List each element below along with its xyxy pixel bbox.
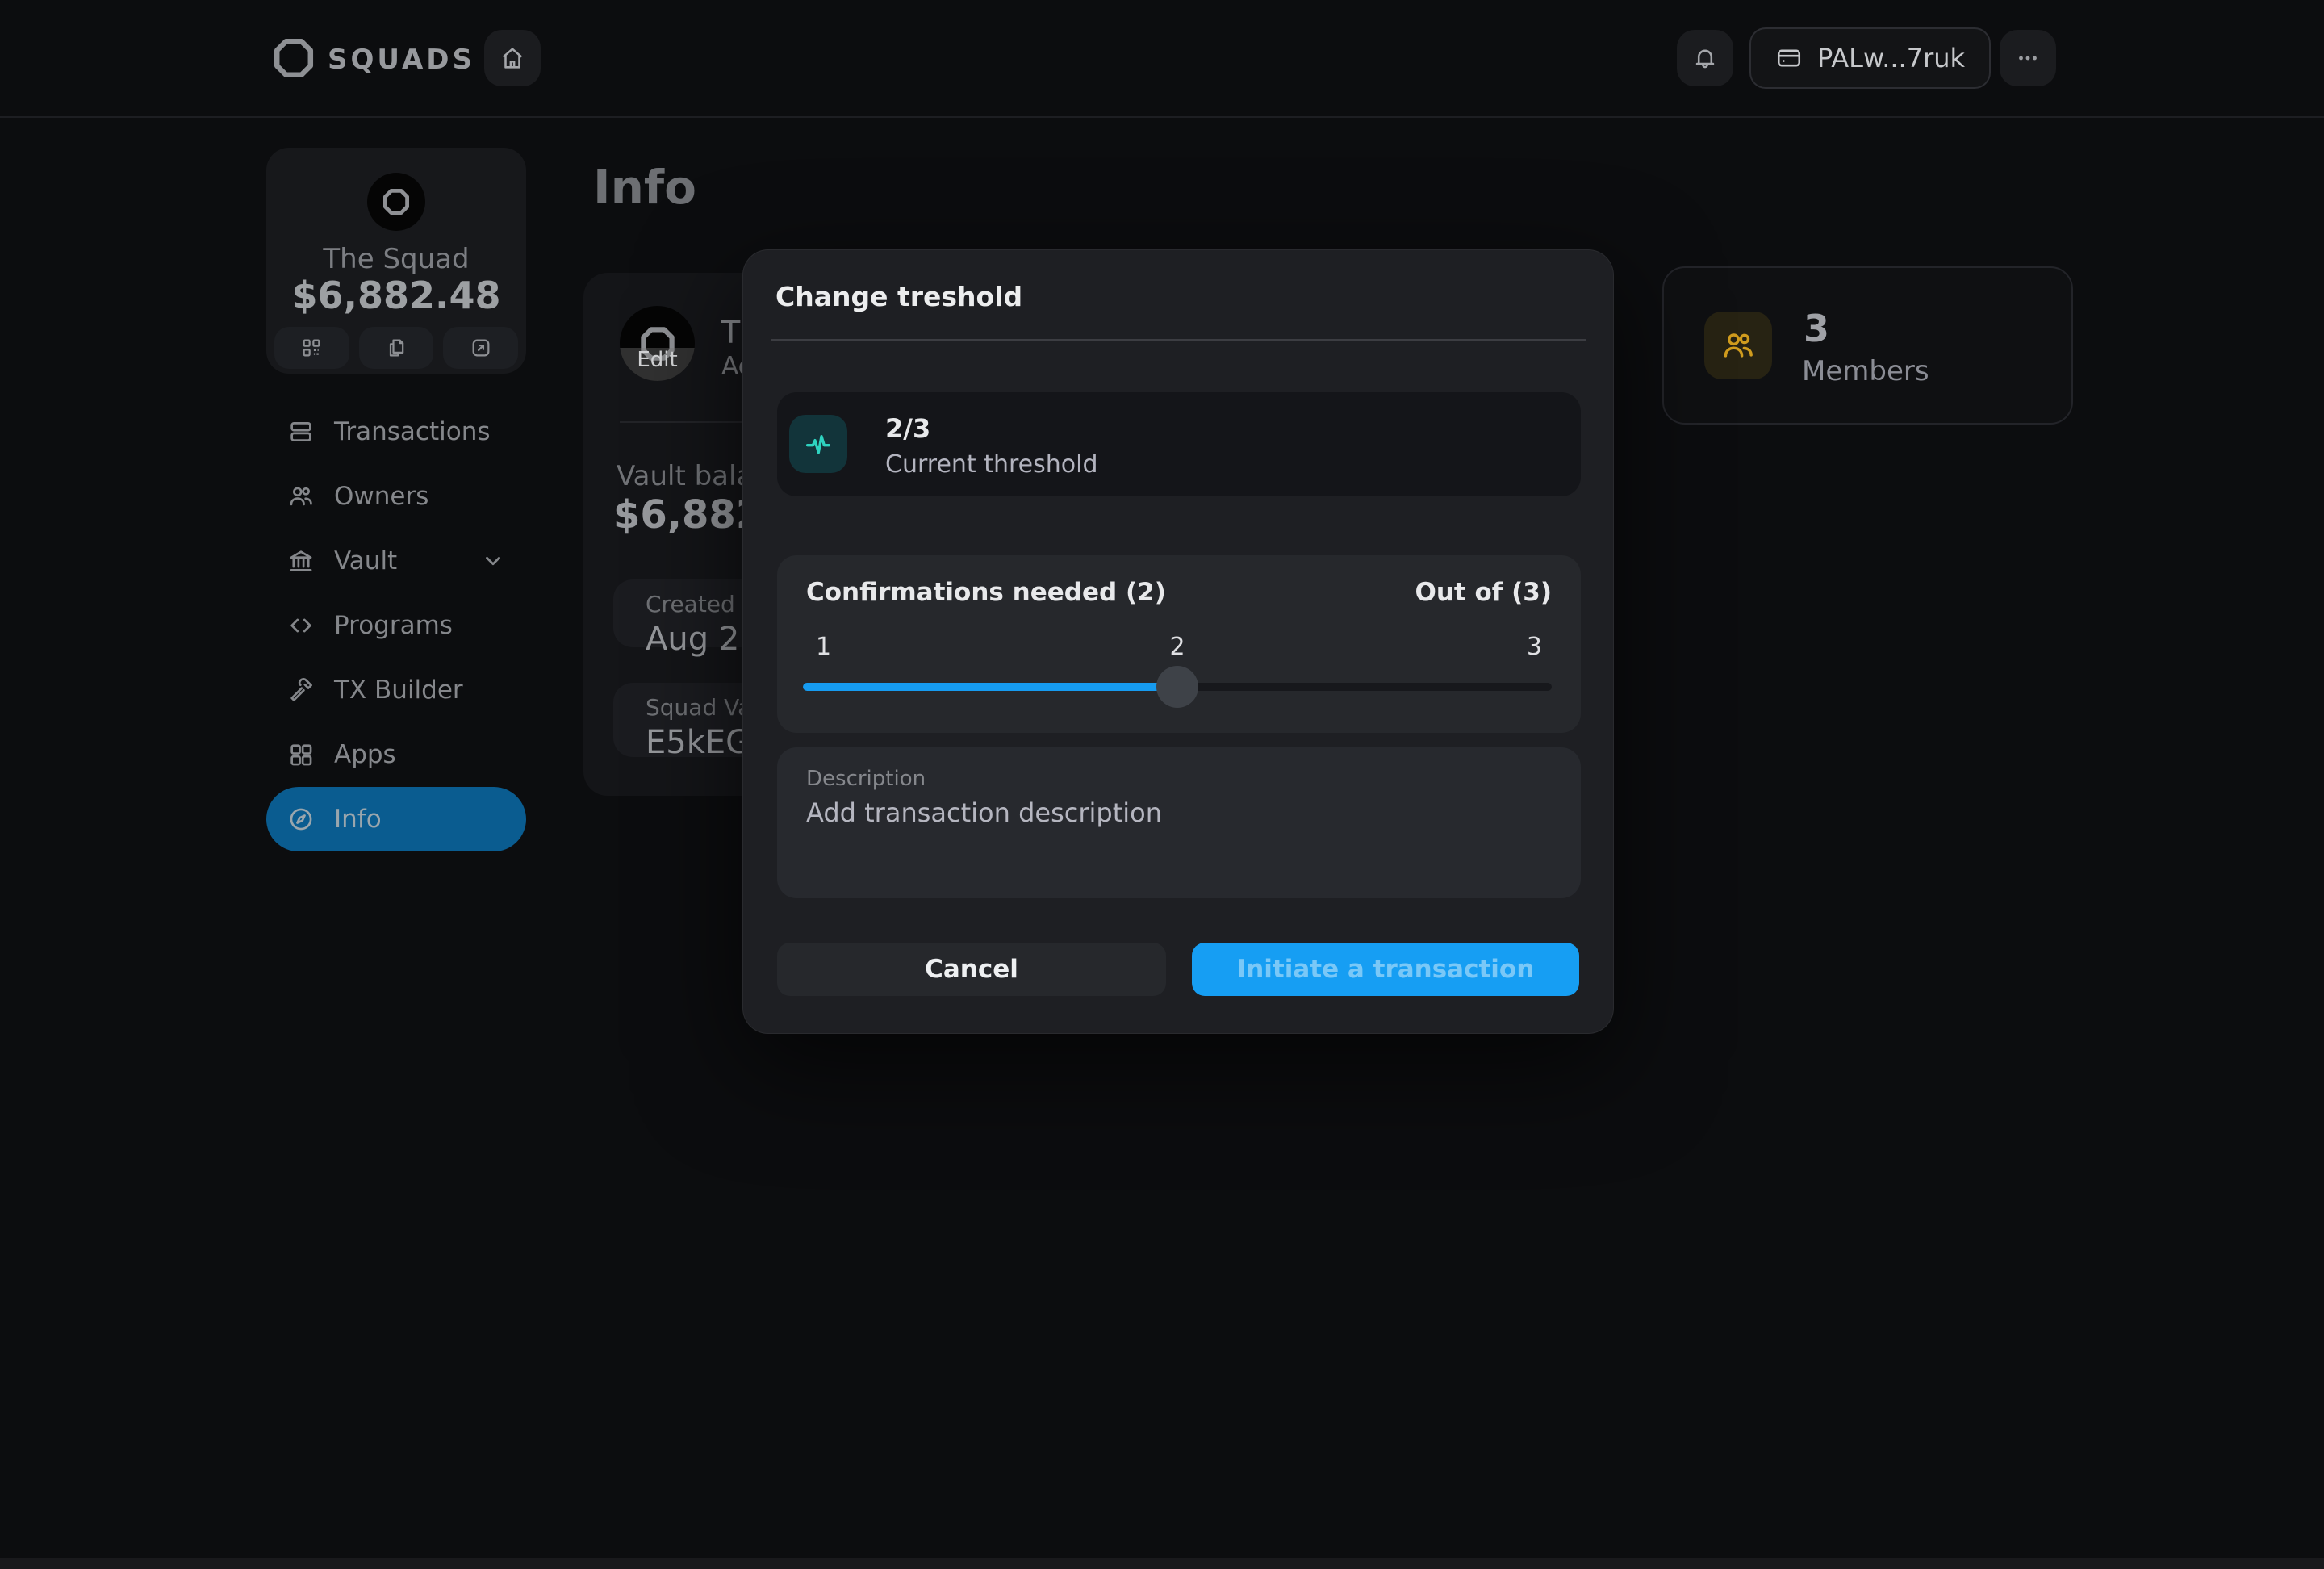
current-threshold-value: 2/3	[885, 413, 930, 444]
vault-icon	[287, 547, 315, 575]
home-button[interactable]	[484, 30, 541, 86]
divider	[771, 339, 1586, 341]
sidebar-item-label: Programs	[334, 611, 453, 640]
description-label: Description	[806, 767, 1552, 791]
edit-avatar-overlay[interactable]: Edit	[620, 348, 695, 381]
copy-icon	[385, 337, 408, 359]
credit-card-icon	[1775, 44, 1803, 72]
copy-address-button[interactable]	[359, 327, 434, 369]
activity-pulse-icon	[802, 428, 834, 460]
sidebar-item-info[interactable]: Info	[266, 787, 526, 851]
slider-tick-1: 1	[816, 633, 831, 661]
bottom-edge-strip	[0, 1558, 2324, 1569]
current-threshold-card: 2/3 Current threshold	[777, 392, 1581, 496]
squad-title-truncated: T	[721, 315, 740, 350]
squads-logo-icon	[273, 37, 315, 79]
threshold-slider-card: Confirmations needed (2) Out of (3) 1 2 …	[777, 555, 1581, 733]
sidebar-item-vault[interactable]: Vault	[266, 529, 526, 593]
sidebar-item-apps[interactable]: Apps	[266, 722, 526, 787]
sidebar-item-label: Transactions	[334, 417, 491, 446]
description-field-card: Description	[777, 747, 1581, 898]
initiate-transaction-button[interactable]: Initiate a transaction	[1192, 943, 1579, 996]
members-card: 3 Members	[1662, 266, 2073, 425]
members-label: Members	[1802, 355, 1929, 387]
sidebar-nav: Transactions Owners Vault Programs TX Bu…	[266, 400, 526, 851]
open-external-button[interactable]	[443, 327, 518, 369]
wallet-button[interactable]: PALw...7ruk	[1749, 27, 1991, 89]
sidebar-item-programs[interactable]: Programs	[266, 593, 526, 658]
sidebar-item-owners[interactable]: Owners	[266, 464, 526, 529]
squad-quick-actions	[274, 327, 518, 369]
modal-title: Change treshold	[775, 281, 1022, 312]
squad-avatar	[367, 173, 425, 231]
notifications-button[interactable]	[1677, 30, 1733, 86]
sidebar-item-label: Info	[334, 805, 382, 834]
transactions-icon	[287, 418, 315, 446]
cancel-button[interactable]: Cancel	[777, 943, 1166, 996]
threshold-icon-tile	[789, 415, 847, 473]
brand-name: SQUADS	[328, 44, 475, 76]
apps-grid-icon	[287, 741, 315, 768]
confirmations-needed-label: Confirmations needed (2)	[806, 578, 1166, 607]
sidebar-item-label: Owners	[334, 482, 428, 511]
slider-fill	[803, 683, 1177, 691]
squad-summary-card: The Squad $6,882.48	[266, 148, 526, 374]
description-input[interactable]	[806, 797, 1552, 886]
programs-icon	[287, 612, 315, 639]
home-icon	[499, 44, 526, 72]
members-count: 3	[1804, 307, 1829, 350]
current-threshold-label: Current threshold	[885, 450, 1098, 479]
members-icon	[1720, 328, 1756, 363]
chevron-down-icon	[481, 549, 505, 573]
compass-icon	[287, 805, 315, 833]
sidebar-item-transactions[interactable]: Transactions	[266, 400, 526, 464]
slider-tick-2: 2	[1169, 633, 1185, 661]
qr-code-icon	[300, 337, 323, 359]
change-threshold-modal: Change treshold 2/3 Current threshold Co…	[742, 249, 1614, 1034]
threshold-slider[interactable]	[803, 683, 1552, 691]
page-title: Info	[593, 160, 696, 215]
top-bar: SQUADS PALw...7ruk	[0, 0, 2324, 118]
external-link-icon	[470, 337, 492, 359]
squads-logo-icon	[382, 188, 410, 215]
qr-code-button[interactable]	[274, 327, 349, 369]
squad-balance: $6,882.48	[266, 274, 526, 317]
squad-avatar-editable[interactable]: Edit	[620, 306, 695, 381]
ellipsis-icon	[2014, 44, 2042, 72]
squad-name: The Squad	[266, 243, 526, 275]
sidebar-item-label: TX Builder	[334, 676, 463, 705]
bell-icon	[1691, 44, 1719, 72]
wallet-address: PALw...7ruk	[1817, 43, 1965, 73]
owners-icon	[287, 483, 315, 510]
overflow-menu-button[interactable]	[2000, 30, 2056, 86]
sidebar-item-label: Vault	[334, 546, 397, 575]
members-icon-tile	[1704, 312, 1772, 379]
out-of-label: Out of (3)	[1415, 578, 1552, 607]
sidebar-item-label: Apps	[334, 740, 396, 769]
hammer-icon	[287, 676, 315, 704]
sidebar-item-tx-builder[interactable]: TX Builder	[266, 658, 526, 722]
slider-tick-3: 3	[1527, 633, 1542, 661]
slider-thumb[interactable]	[1156, 666, 1198, 708]
app-screen: SQUADS PALw...7ruk The Squad $6,882.48	[0, 0, 2324, 1569]
